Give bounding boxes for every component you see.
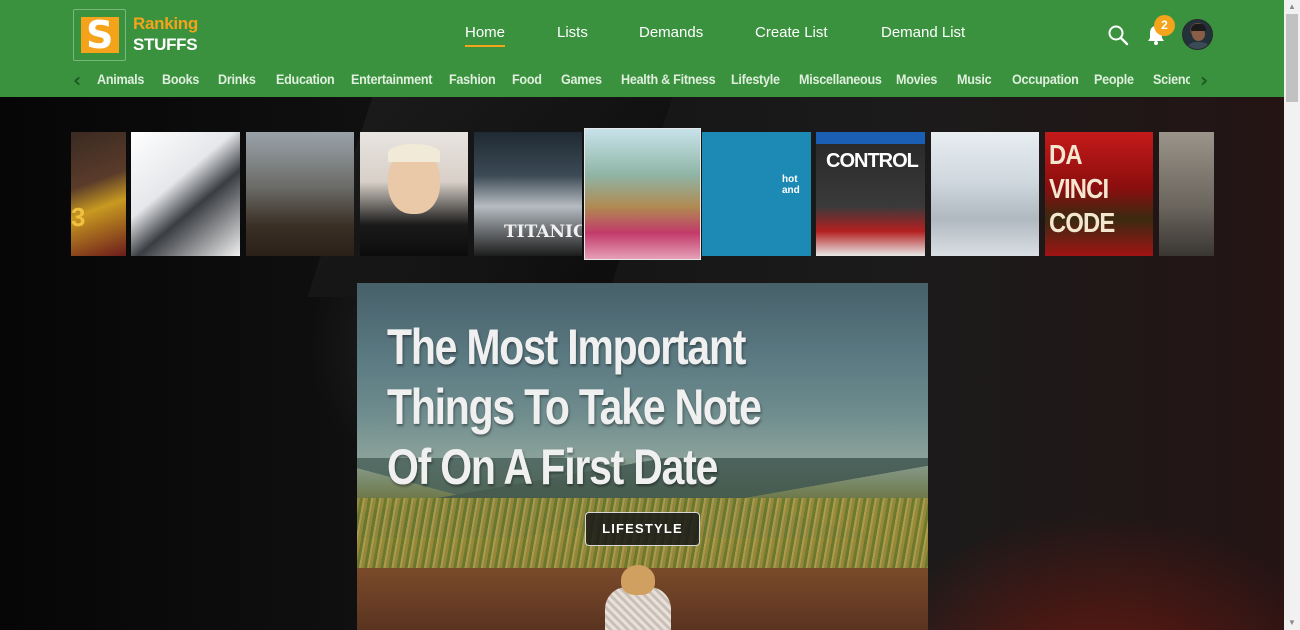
- avatar-body: [1186, 42, 1211, 49]
- hero-person: [593, 565, 683, 630]
- thumbnail-statues[interactable]: [246, 132, 354, 256]
- category-music[interactable]: Music: [957, 71, 992, 87]
- thumb-label: TITANIC: [504, 222, 582, 242]
- chevron-right-icon[interactable]: ›: [1200, 69, 1214, 91]
- category-games[interactable]: Games: [561, 71, 602, 87]
- thumb-label: 3: [71, 202, 86, 232]
- category-miscellaneous[interactable]: Miscellaneous: [799, 71, 882, 87]
- category-movies[interactable]: Movies: [896, 71, 937, 87]
- category-bar: ‹ Animals Books Drinks Education Enterta…: [0, 69, 1284, 93]
- avatar-hair: [1191, 24, 1206, 31]
- hero-person-head: [621, 565, 655, 595]
- category-animals[interactable]: Animals: [97, 71, 144, 87]
- page-scrollbar[interactable]: ▲ ▼: [1284, 0, 1300, 630]
- chevron-left-icon[interactable]: ‹: [73, 69, 87, 91]
- nav-home[interactable]: Home: [465, 24, 506, 47]
- hero-category-button[interactable]: LIFESTYLE: [585, 512, 700, 546]
- category-list: Animals Books Drinks Education Entertain…: [97, 69, 1190, 93]
- thumbnail-control[interactable]: CONTROL: [816, 132, 925, 256]
- logo-text-stuffs: STUFFS: [133, 35, 198, 54]
- logo-text-ranking: Ranking: [133, 14, 198, 33]
- search-icon[interactable]: [1107, 24, 1129, 46]
- site-header: S Ranking STUFFS Home Lists Demands Crea…: [0, 0, 1284, 97]
- thumb-label: DA VINCI CODE: [1049, 139, 1115, 238]
- thumbnail-graduation[interactable]: [931, 132, 1039, 256]
- thumbnail-picnic[interactable]: [584, 128, 701, 260]
- thumb-label: CONTROL: [826, 150, 919, 172]
- hero-featured-post[interactable]: The Most Important Things To Take Note O…: [357, 283, 928, 630]
- category-health-fitness[interactable]: Health & Fitness: [621, 71, 716, 87]
- user-avatar[interactable]: [1182, 19, 1213, 50]
- nav-demand-list[interactable]: Demand List: [881, 24, 965, 41]
- thumbnail-stone-face[interactable]: [1159, 132, 1214, 256]
- thumbnail-titanic[interactable]: TITANIC: [474, 132, 582, 256]
- category-fashion[interactable]: Fashion: [449, 71, 496, 87]
- thumbnail-carousel: 3 TITANIC hot and CONTROL DA VINCI CODE: [71, 128, 1214, 260]
- notification-badge: 2: [1154, 15, 1175, 36]
- scroll-up-arrow-icon[interactable]: ▲: [1284, 0, 1300, 14]
- scroll-thumb[interactable]: [1286, 14, 1298, 102]
- logo-mark: S: [73, 9, 126, 61]
- category-lifestyle[interactable]: Lifestyle: [731, 71, 780, 87]
- thumbnail-da-vinci[interactable]: DA VINCI CODE: [1045, 132, 1153, 256]
- category-occupation[interactable]: Occupation: [1012, 71, 1079, 87]
- logo-letter: S: [86, 13, 114, 57]
- category-drinks[interactable]: Drinks: [218, 71, 256, 87]
- category-entertainment[interactable]: Entertainment: [351, 71, 432, 87]
- nav-create-list[interactable]: Create List: [755, 24, 828, 41]
- thumbnail-basketball[interactable]: 3: [71, 132, 126, 256]
- nav-demands[interactable]: Demands: [639, 24, 703, 41]
- thumb-label: hot and: [782, 174, 800, 196]
- thumbnail-covid[interactable]: hot and: [702, 132, 811, 256]
- scroll-down-arrow-icon[interactable]: ▼: [1284, 616, 1300, 630]
- category-people[interactable]: People: [1094, 71, 1134, 87]
- nav-lists[interactable]: Lists: [557, 24, 588, 41]
- category-books[interactable]: Books: [162, 71, 199, 87]
- hero-title[interactable]: The Most Important Things To Take Note O…: [387, 317, 813, 497]
- site-logo[interactable]: S Ranking STUFFS: [73, 9, 203, 61]
- thumbnail-eminem[interactable]: [360, 132, 468, 256]
- category-food[interactable]: Food: [512, 71, 542, 87]
- thumbnail-microscopes[interactable]: [131, 132, 240, 256]
- category-education[interactable]: Education: [276, 71, 335, 87]
- category-science[interactable]: Science: [1153, 71, 1190, 87]
- thumb-hair: [388, 144, 440, 162]
